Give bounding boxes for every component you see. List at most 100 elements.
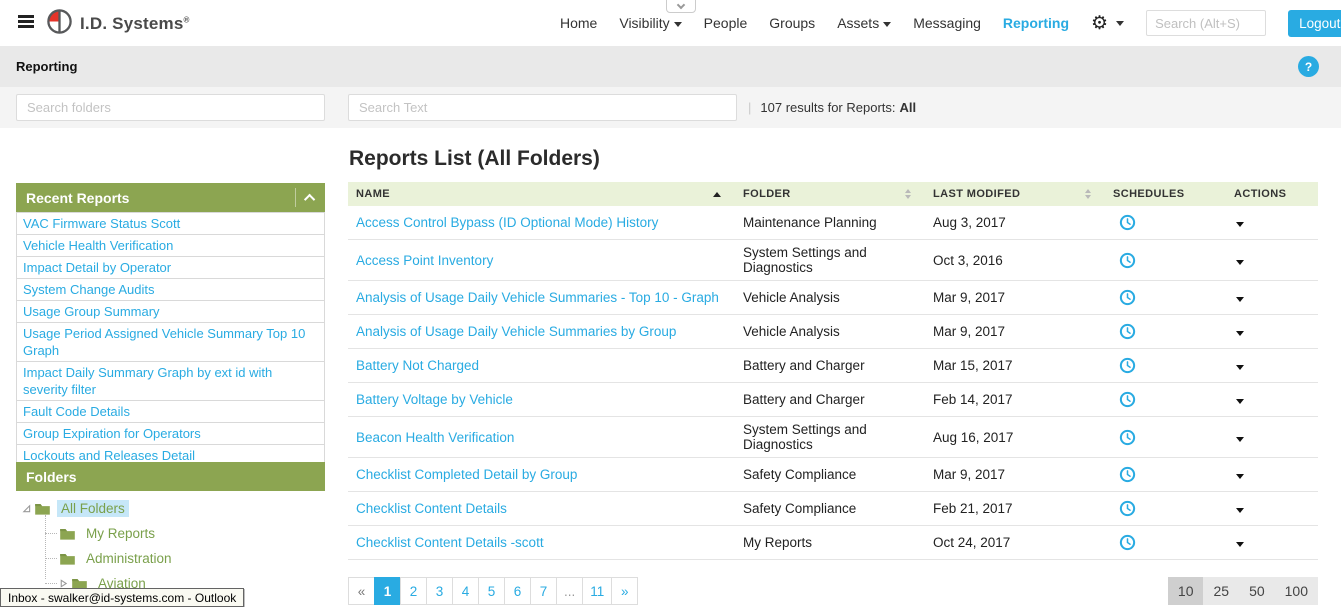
search-folders-input[interactable] [16, 94, 325, 121]
nav-item-assets[interactable]: Assets [837, 15, 891, 31]
nav-item-reporting[interactable]: Reporting [1003, 15, 1069, 31]
report-last-modified: Aug 16, 2017 [925, 425, 1105, 450]
column-label: SCHEDULES [1113, 188, 1184, 200]
page-size-100[interactable]: 100 [1275, 577, 1318, 605]
column-header-last-modifed[interactable]: LAST MODIFED [925, 188, 1105, 200]
report-last-modified: Mar 9, 2017 [925, 462, 1105, 487]
logout-button[interactable]: Logout [1288, 10, 1341, 37]
collapse-panel-icon[interactable] [304, 193, 315, 204]
actions-dropdown-icon[interactable] [1236, 365, 1244, 370]
report-folder: Safety Compliance [735, 462, 925, 487]
report-name-link[interactable]: Access Control Bypass (ID Optional Mode)… [348, 210, 735, 235]
folder-tree-node[interactable]: My Reports [45, 524, 325, 542]
schedule-clock-icon[interactable] [1119, 500, 1136, 517]
column-header-name[interactable]: NAME [348, 188, 735, 200]
actions-dropdown-icon[interactable] [1236, 260, 1244, 265]
recent-report-link[interactable]: Group Expiration for Operators [17, 423, 324, 445]
recent-report-link[interactable]: Impact Daily Summary Graph by ext id wit… [17, 362, 324, 401]
recent-report-link[interactable]: Impact Detail by Operator [17, 257, 324, 279]
pagination-page-11[interactable]: 11 [582, 577, 612, 605]
nav-item-messaging[interactable]: Messaging [913, 15, 981, 31]
page-size-selector: 102550100 [1168, 577, 1318, 605]
folder-tree-node[interactable]: All Folders [22, 499, 325, 517]
actions-dropdown-icon[interactable] [1236, 474, 1244, 479]
actions-dropdown-icon[interactable] [1236, 331, 1244, 336]
actions-dropdown-icon[interactable] [1236, 222, 1244, 227]
report-name-link[interactable]: Analysis of Usage Daily Vehicle Summarie… [348, 285, 735, 310]
report-folder: Vehicle Analysis [735, 285, 925, 310]
report-row: Analysis of Usage Daily Vehicle Summarie… [348, 281, 1318, 315]
nav-item-groups[interactable]: Groups [769, 15, 815, 31]
page-size-10[interactable]: 10 [1168, 577, 1204, 605]
folders-tree: All Folders My Reports Administration Av… [16, 491, 325, 592]
recent-reports-header: Recent Reports [16, 183, 325, 212]
pagination-page-3[interactable]: 3 [426, 577, 453, 605]
help-button[interactable]: ? [1298, 56, 1319, 77]
pagination-page-5[interactable]: 5 [478, 577, 505, 605]
nav-item-visibility[interactable]: Visibility [619, 15, 681, 31]
collapse-toggle-icon[interactable] [22, 504, 31, 513]
report-name-link[interactable]: Beacon Health Verification [348, 425, 735, 450]
expand-toggle-icon[interactable] [59, 579, 68, 588]
schedule-clock-icon[interactable] [1119, 357, 1136, 374]
report-name-link[interactable]: Battery Voltage by Vehicle [348, 387, 735, 412]
pagination-prev-button[interactable]: « [348, 577, 375, 605]
page-size-25[interactable]: 25 [1203, 577, 1239, 605]
folder-tree-node[interactable]: Administration [45, 549, 325, 567]
recent-report-link[interactable]: Usage Period Assigned Vehicle Summary To… [17, 323, 324, 362]
actions-dropdown-icon[interactable] [1236, 399, 1244, 404]
actions-dropdown-icon[interactable] [1236, 542, 1244, 547]
brand-logo[interactable]: I.D. Systems® [46, 8, 190, 40]
recent-report-link[interactable]: System Change Audits [17, 279, 324, 301]
schedule-clock-icon[interactable] [1119, 466, 1136, 483]
schedule-clock-icon[interactable] [1119, 252, 1136, 269]
hamburger-menu-icon[interactable] [18, 15, 34, 28]
report-name-link[interactable]: Access Point Inventory [348, 248, 735, 273]
page-size-50[interactable]: 50 [1239, 577, 1275, 605]
column-label: NAME [356, 188, 390, 200]
results-value: All [900, 100, 917, 115]
report-folder: System Settings and Diagnostics [735, 240, 925, 280]
report-name-link[interactable]: Checklist Content Details [348, 496, 735, 521]
schedule-clock-icon[interactable] [1119, 391, 1136, 408]
recent-report-link[interactable]: VAC Firmware Status Scott [17, 212, 324, 235]
folders-title: Folders [26, 469, 77, 485]
actions-dropdown-icon[interactable] [1236, 297, 1244, 302]
nav-item-people[interactable]: People [704, 15, 748, 31]
report-folder: My Reports [735, 530, 925, 555]
schedule-clock-icon[interactable] [1119, 214, 1136, 231]
schedule-clock-icon[interactable] [1119, 289, 1136, 306]
report-last-modified: Feb 14, 2017 [925, 387, 1105, 412]
report-name-link[interactable]: Analysis of Usage Daily Vehicle Summarie… [348, 319, 735, 344]
report-name-link[interactable]: Battery Not Charged [348, 353, 735, 378]
chevron-down-icon [1116, 21, 1124, 26]
recent-report-link[interactable]: Vehicle Health Verification [17, 235, 324, 257]
report-name-link[interactable]: Checklist Content Details -scott [348, 530, 735, 555]
pagination-page-4[interactable]: 4 [452, 577, 479, 605]
pagination-ellipsis[interactable]: ... [556, 577, 583, 605]
pagination-page-2[interactable]: 2 [400, 577, 427, 605]
pagination: «1234567...11» [348, 577, 637, 605]
column-header-folder[interactable]: FOLDER [735, 188, 925, 200]
actions-dropdown-icon[interactable] [1236, 508, 1244, 513]
schedule-clock-icon[interactable] [1119, 429, 1136, 446]
nav-item-home[interactable]: Home [560, 15, 597, 31]
report-name-link[interactable]: Checklist Completed Detail by Group [348, 462, 735, 487]
global-search-input[interactable] [1146, 10, 1266, 36]
schedule-clock-icon[interactable] [1119, 534, 1136, 551]
report-row: Battery Voltage by VehicleBattery and Ch… [348, 383, 1318, 417]
pagination-page-7[interactable]: 7 [530, 577, 557, 605]
recent-report-link[interactable]: Fault Code Details [17, 401, 324, 423]
pagination-next-button[interactable]: » [611, 577, 638, 605]
folder-icon [59, 552, 76, 565]
search-text-input[interactable] [348, 94, 737, 121]
pagination-page-6[interactable]: 6 [504, 577, 531, 605]
pagination-page-1[interactable]: 1 [374, 577, 401, 605]
page-title: Reports List (All Folders) [349, 147, 600, 171]
settings-gear-button[interactable]: ⚙ [1091, 14, 1124, 33]
actions-dropdown-icon[interactable] [1236, 437, 1244, 442]
report-last-modified: Mar 9, 2017 [925, 285, 1105, 310]
schedule-clock-icon[interactable] [1119, 323, 1136, 340]
recent-report-link[interactable]: Usage Group Summary [17, 301, 324, 323]
chevron-down-icon [674, 22, 682, 27]
